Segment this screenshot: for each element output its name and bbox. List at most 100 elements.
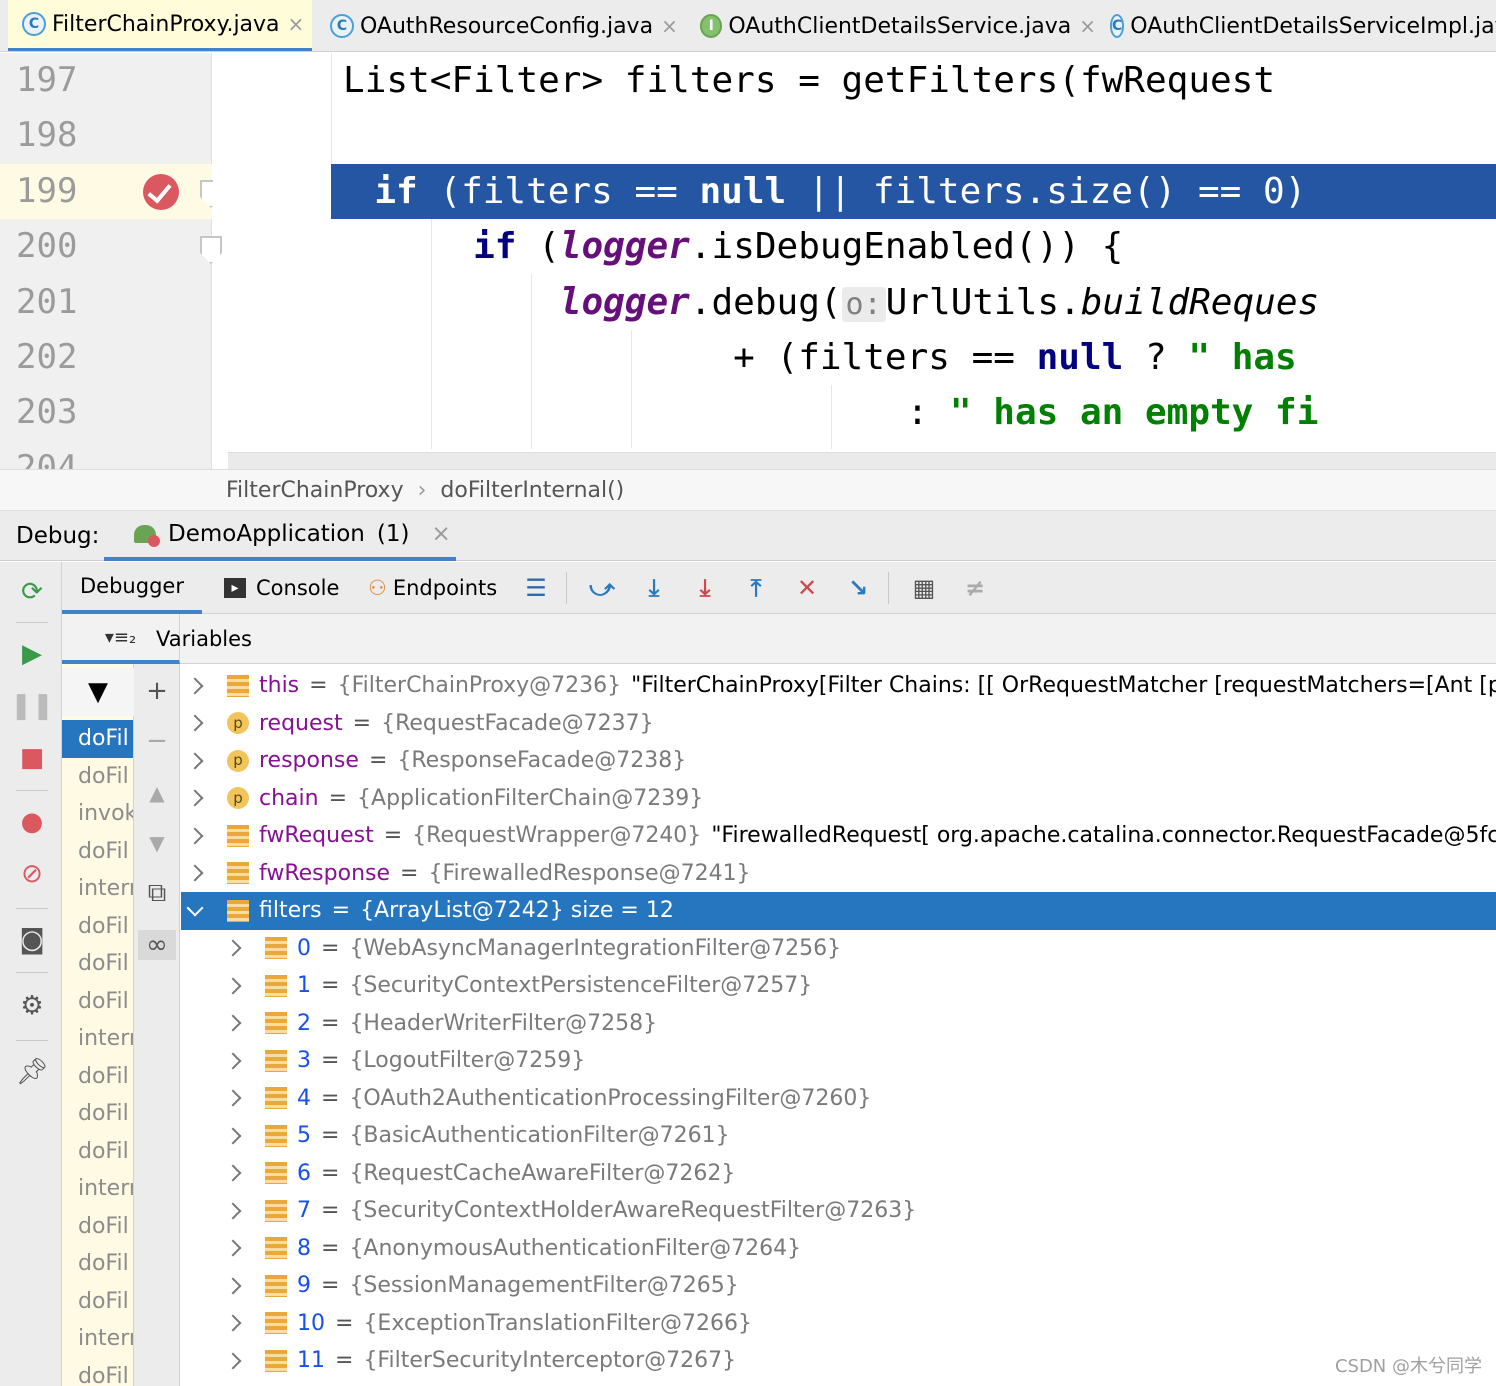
add-watch-icon[interactable]: +	[142, 676, 172, 706]
code-area[interactable]: List<Filter> filters = getFilters(fwRequ…	[213, 53, 1496, 469]
close-icon[interactable]: ×	[288, 12, 305, 36]
chevron-right-icon	[224, 1277, 242, 1295]
variable-row[interactable]: fwRequest = {RequestWrapper@7240} "Firewall…	[181, 817, 1496, 855]
list-element-row[interactable]: 11 = {FilterSecurityInterceptor@7267}	[181, 1342, 1496, 1380]
variable-row[interactable]: p response = {ResponseFacade@7238}	[181, 742, 1496, 780]
list-element-row[interactable]: 10 = {ExceptionTranslationFilter@7266}	[181, 1305, 1496, 1343]
remove-watch-icon[interactable]: −	[142, 726, 172, 756]
show-execution-point-icon[interactable]: ⤻	[588, 574, 616, 602]
stack-frame[interactable]: interr	[62, 1320, 133, 1358]
camera-icon[interactable]: ◙	[16, 924, 48, 956]
mute-breakpoints-icon[interactable]: ⊘	[16, 858, 48, 890]
close-icon[interactable]: ×	[1079, 14, 1096, 38]
stack-frame[interactable]: doFil	[62, 1358, 133, 1386]
list-element-row[interactable]: 6 = {RequestCacheAwareFilter@7262}	[181, 1155, 1496, 1193]
stack-frame[interactable]: doFil	[62, 1283, 133, 1321]
equals-sign: =	[321, 1198, 340, 1224]
list-element-row[interactable]: 5 = {BasicAuthenticationFilter@7261}	[181, 1117, 1496, 1155]
stack-frame[interactable]: doFil	[62, 833, 133, 871]
thread-selector-icon[interactable]: ▾≡₂	[105, 627, 136, 648]
stack-frame[interactable]: doFil	[62, 1133, 133, 1171]
breakpoint-icon[interactable]	[143, 174, 179, 210]
variable-row[interactable]: fwResponse = {FirewalledResponse@7241}	[181, 855, 1496, 893]
list-element-row[interactable]: 7 = {SecurityContextHolderAwareRequestFilt…	[181, 1192, 1496, 1230]
variable-row[interactable]: this = {FilterChainProxy@7236} "FilterChain…	[181, 667, 1496, 705]
stack-frame[interactable]: interr	[62, 870, 133, 908]
drop-frame-icon[interactable]: ✕	[793, 574, 821, 602]
threads-icon[interactable]: ☰	[522, 574, 550, 602]
stop-icon[interactable]: ■	[16, 742, 48, 774]
equals-sign: =	[309, 673, 328, 699]
stack-frame[interactable]: doFil	[62, 1208, 133, 1246]
list-element-row[interactable]: 2 = {HeaderWriterFilter@7258}	[181, 1005, 1496, 1043]
horizontal-scrollbar[interactable]	[228, 452, 1496, 469]
view-breakpoints-icon[interactable]: ●	[16, 806, 48, 838]
variables-tree[interactable]: this = {FilterChainProxy@7236} "FilterChain…	[181, 664, 1496, 1386]
debug-session-tab[interactable]: DemoApplication (1) ×	[104, 511, 456, 561]
editor-tab-bar: C FilterChainProxy.java × C OAuthResourc…	[0, 0, 1496, 52]
pause-icon[interactable]: ❚❚	[10, 690, 54, 722]
list-element-row[interactable]: 3 = {LogoutFilter@7259}	[181, 1042, 1496, 1080]
list-element-row[interactable]: 0 = {WebAsyncManagerIntegrationFilter@7256…	[181, 930, 1496, 968]
stack-frame[interactable]: doFil	[62, 1245, 133, 1283]
tab-oauthresourceconfig[interactable]: C OAuthResourceConfig.java ×	[316, 0, 686, 51]
evaluate-expression-icon[interactable]: ▦	[910, 574, 938, 602]
run-to-cursor-icon[interactable]: ↘	[844, 574, 872, 602]
gear-icon[interactable]: ⚙	[16, 990, 48, 1022]
code-line-203: : " has an empty fi	[213, 392, 1319, 434]
pin-icon[interactable]: 📌︎	[16, 1056, 49, 1088]
stack-frame[interactable]: doFil	[62, 1058, 133, 1096]
code-editor[interactable]: 197 198 199 200 201 202 203 204 List<Fil…	[0, 53, 1496, 469]
breadcrumb-class[interactable]: FilterChainProxy	[226, 478, 404, 503]
rerun-icon[interactable]: ⟳	[16, 576, 48, 608]
tab-filterchainproxy[interactable]: C FilterChainProxy.java ×	[8, 0, 312, 51]
variable-value: {ArrayList@7242} size = 12	[360, 898, 674, 924]
step-into-icon[interactable]: ⤓	[691, 574, 719, 602]
equals-sign: =	[335, 1348, 354, 1374]
list-element-row[interactable]: 8 = {AnonymousAuthenticationFilter@7264}	[181, 1230, 1496, 1268]
stack-frame[interactable]: doFil	[62, 720, 133, 758]
variable-row[interactable]: p chain = {ApplicationFilterChain@7239}	[181, 780, 1496, 818]
filter-icon[interactable]: ▼	[62, 668, 134, 716]
chevron-right-icon	[224, 1052, 242, 1070]
step-over-icon[interactable]: ⤓	[640, 574, 668, 602]
line-gutter[interactable]: 197 198 199 200 201 202 203 204	[0, 53, 222, 469]
chevron-right-icon	[224, 939, 242, 957]
trace-current-stream-icon[interactable]: ≠	[961, 574, 989, 602]
variable-row[interactable]: p request = {RequestFacade@7237}	[181, 705, 1496, 743]
stack-frame[interactable]: doFil	[62, 908, 133, 946]
step-out-icon[interactable]: ⤒	[742, 574, 770, 602]
close-icon[interactable]: ×	[431, 521, 450, 547]
stack-frame[interactable]: doFil	[62, 945, 133, 983]
tab-oauthclientdetailsserviceimpl[interactable]: C OAuthClientDetailsServiceImpl.jav	[1096, 0, 1496, 51]
tab-console[interactable]: ▸ Console	[224, 562, 354, 614]
list-element-row[interactable]: 9 = {SessionManagementFilter@7265}	[181, 1267, 1496, 1305]
stack-frame[interactable]: doFil	[62, 983, 133, 1021]
variable-string: "FirewalledRequest[ org.apache.catalina.…	[711, 823, 1496, 849]
stack-frame[interactable]: doFil	[62, 758, 133, 796]
frames-list[interactable]: doFil doFil invok doFil interr doFil doFil doFi…	[62, 664, 134, 1386]
tab-debugger[interactable]: Debugger	[62, 562, 202, 614]
copy-icon[interactable]: ⧉	[142, 878, 172, 908]
tab-oauthclientdetailsservice[interactable]: I OAuthClientDetailsService.java ×	[686, 0, 1096, 51]
breadcrumb-method[interactable]: doFilterInternal()	[440, 478, 624, 503]
stack-frame[interactable]: interr	[62, 1170, 133, 1208]
divider	[566, 572, 567, 604]
spring-boot-debug-icon	[132, 521, 162, 547]
close-icon[interactable]: ×	[661, 14, 678, 38]
watches-glasses-icon[interactable]: ∞	[138, 930, 176, 960]
stack-frame[interactable]: interr	[62, 1020, 133, 1058]
stack-frame[interactable]: invok	[62, 795, 133, 833]
resume-icon[interactable]: ▶	[16, 638, 48, 670]
stack-frame[interactable]: doFil	[62, 1095, 133, 1133]
variable-row[interactable]: filters = {ArrayList@7242} size = 12	[181, 892, 1496, 930]
field-icon	[265, 1087, 287, 1110]
list-element-row[interactable]: 4 = {OAuth2AuthenticationProcessingFilter@…	[181, 1080, 1496, 1118]
field-icon	[265, 1349, 287, 1372]
list-element-row[interactable]: 1 = {SecurityContextPersistenceFilter@7257…	[181, 967, 1496, 1005]
move-up-icon[interactable]: ▲	[142, 778, 172, 808]
tab-endpoints[interactable]: ⚇ Endpoints	[368, 562, 518, 614]
variable-value: {RequestWrapper@7240}	[412, 823, 702, 849]
move-down-icon[interactable]: ▼	[142, 828, 172, 858]
